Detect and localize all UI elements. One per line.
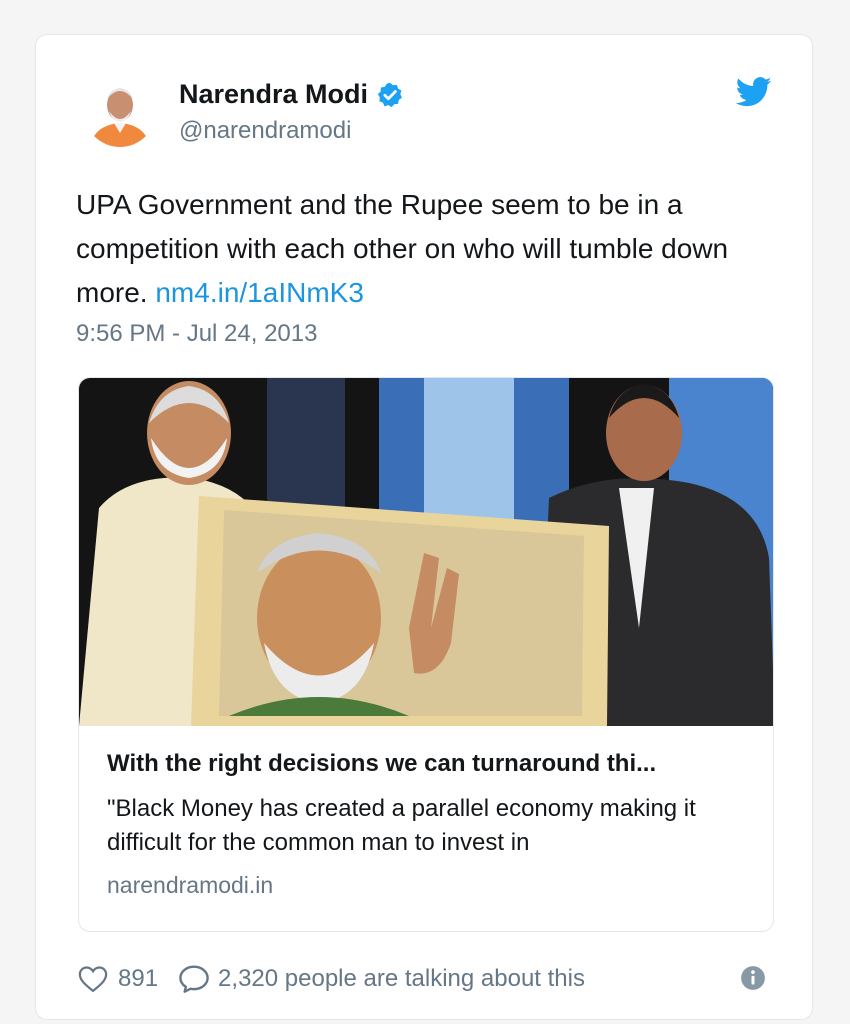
link-preview-card[interactable]: With the right decisions we can turnarou… <box>78 377 774 932</box>
tweet-link[interactable]: nm4.in/1aINmK3 <box>155 277 364 308</box>
preview-domain[interactable]: narendramodi.in <box>107 872 273 899</box>
heart-icon[interactable] <box>78 965 108 993</box>
info-icon[interactable] <box>740 965 766 991</box>
tweet-text: UPA Government and the Rupee seem to be … <box>76 183 776 315</box>
author-handle[interactable]: @narendramodi <box>179 117 351 145</box>
avatar-image <box>84 75 156 147</box>
tweet-footer: 891 2,320 people are talking about this <box>78 961 774 997</box>
preview-description: "Black Money has created a parallel econ… <box>107 795 696 856</box>
tweet-timestamp[interactable]: 9:56 PM - Jul 24, 2013 <box>76 320 317 348</box>
tweet-card[interactable]: Narendra Modi @narendramodi UPA Governme… <box>35 34 813 1020</box>
author-name-text[interactable]: Narendra Modi <box>179 79 368 110</box>
like-count[interactable]: 891 <box>118 965 158 993</box>
author-name[interactable]: Narendra Modi <box>179 79 404 110</box>
preview-image[interactable] <box>79 378 774 726</box>
twitter-bird-icon[interactable] <box>736 77 772 107</box>
verified-badge-icon <box>377 82 402 107</box>
preview-title[interactable]: With the right decisions we can turnarou… <box>107 750 747 778</box>
speech-bubble-icon[interactable] <box>178 964 210 994</box>
conversation-count[interactable]: 2,320 people are talking about this <box>218 965 585 993</box>
avatar[interactable] <box>84 75 156 147</box>
